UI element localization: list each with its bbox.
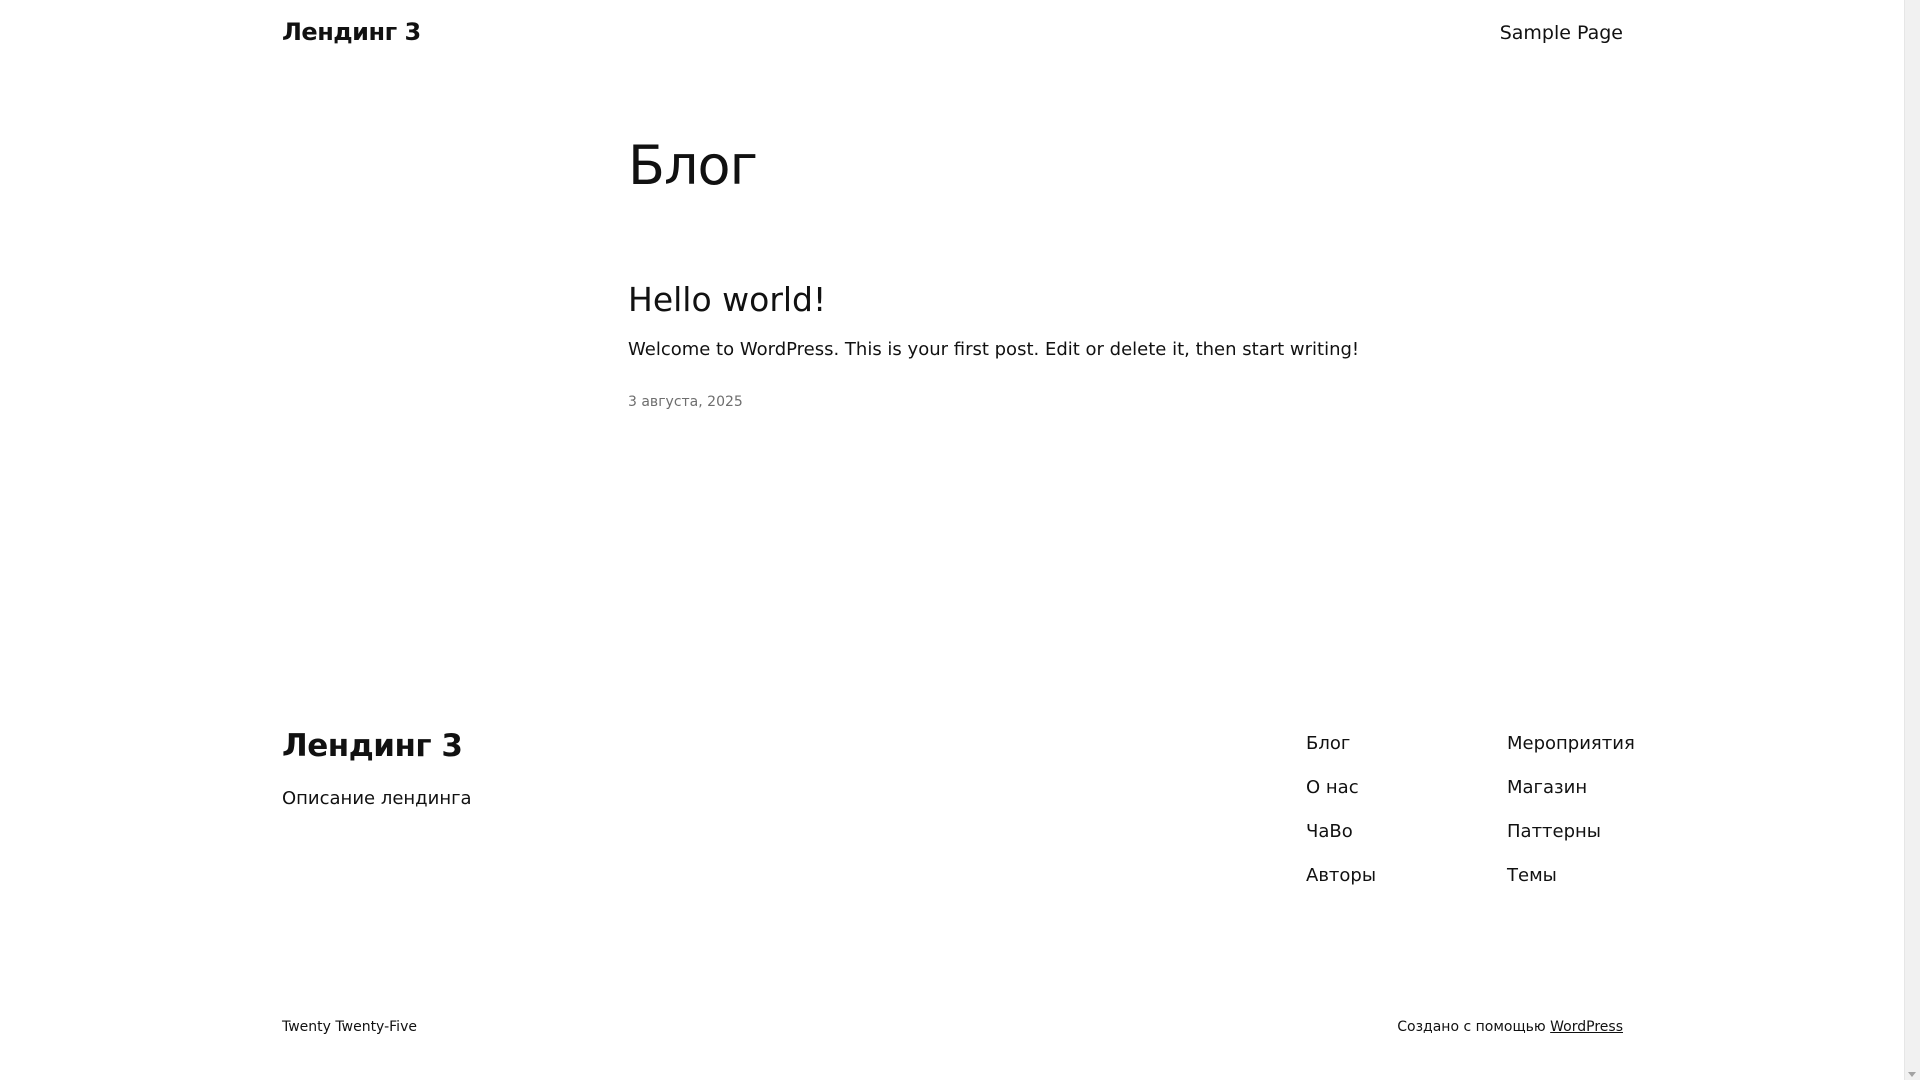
footer-powered-by: Создано с помощью WordPress	[1397, 1019, 1623, 1035]
post-title-link[interactable]: Hello world!	[628, 280, 826, 319]
scroll-down-arrow-icon[interactable]	[1908, 1072, 1916, 1077]
footer-nav-column-1: Блог О нас ЧаВо Авторы	[1306, 730, 1376, 906]
footer-tagline: Описание лендинга	[282, 788, 472, 809]
footer-theme-credit: Twenty Twenty-Five	[282, 1019, 417, 1035]
footer-nav-item-patterns[interactable]: Паттерны	[1507, 818, 1635, 862]
footer-nav-item-shop[interactable]: Магазин	[1507, 774, 1635, 818]
post-excerpt: Welcome to WordPress. This is your first…	[628, 339, 1360, 360]
footer-nav-item-faq[interactable]: ЧаВо	[1306, 818, 1376, 862]
footer-nav-column-2: Мероприятия Магазин Паттерны Темы	[1507, 730, 1635, 906]
page-title: Блог	[628, 134, 758, 197]
post-date: 3 августа, 2025	[628, 394, 743, 410]
footer-nav-item-events[interactable]: Мероприятия	[1507, 730, 1635, 774]
wordpress-link[interactable]: WordPress	[1550, 1019, 1623, 1035]
footer-nav-item-authors[interactable]: Авторы	[1306, 862, 1376, 906]
footer-nav-item-themes[interactable]: Темы	[1507, 862, 1635, 906]
site-title[interactable]: Лендинг 3	[282, 18, 421, 46]
footer-nav-item-about[interactable]: О нас	[1306, 774, 1376, 818]
page: Лендинг 3 Sample Page Блог Hello world! …	[0, 0, 1920, 1080]
nav-link-sample-page[interactable]: Sample Page	[1500, 22, 1623, 44]
footer-nav-item-blog[interactable]: Блог	[1306, 730, 1376, 774]
footer-site-title[interactable]: Лендинг 3	[282, 728, 463, 764]
footer-powered-by-label: Создано с помощью	[1397, 1019, 1551, 1035]
vertical-scrollbar[interactable]	[1904, 0, 1920, 1080]
